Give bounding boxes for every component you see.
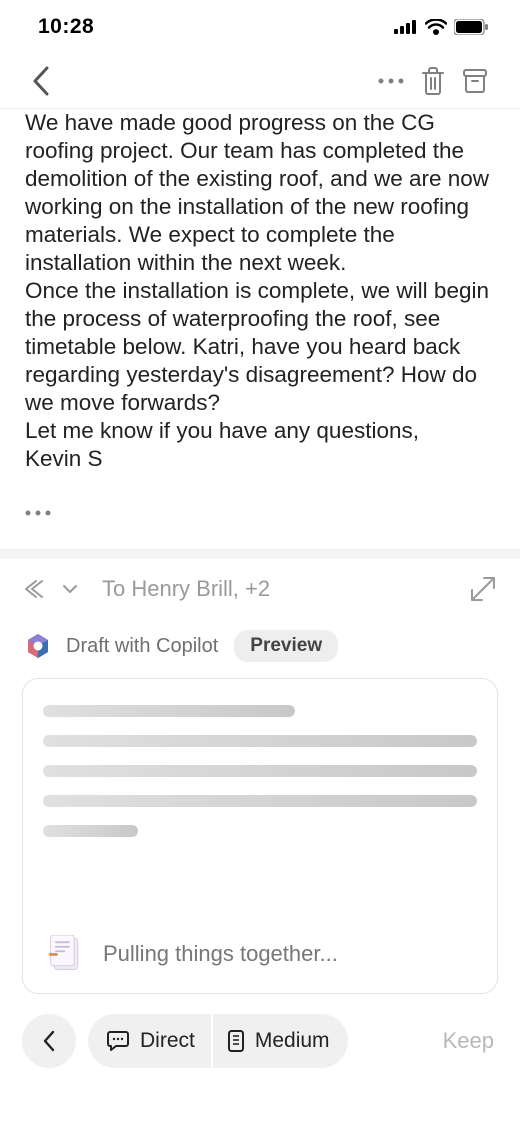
back-button[interactable] xyxy=(20,60,62,102)
document-icon xyxy=(47,935,85,973)
email-signature: Kevin S xyxy=(25,446,103,471)
compose-header[interactable]: To Henry Brill, +2 xyxy=(0,558,520,620)
archive-button[interactable] xyxy=(454,60,496,102)
draft-status: Pulling things together... xyxy=(47,935,338,973)
skeleton-line xyxy=(43,705,295,717)
draft-preview-box: Pulling things together... xyxy=(22,678,498,994)
length-label: Medium xyxy=(255,1029,330,1053)
preview-badge: Preview xyxy=(234,630,338,662)
tone-label: Direct xyxy=(140,1029,195,1053)
skeleton-line xyxy=(43,825,138,837)
delete-button[interactable] xyxy=(412,60,454,102)
keep-button[interactable]: Keep xyxy=(443,1028,498,1054)
tone-button[interactable]: Direct xyxy=(88,1014,211,1068)
skeleton-line xyxy=(43,765,477,777)
status-time: 10:28 xyxy=(38,15,94,39)
length-button[interactable]: Medium xyxy=(213,1014,348,1068)
skeleton-line xyxy=(43,735,477,747)
nav-bar xyxy=(0,54,520,108)
more-options-button[interactable] xyxy=(370,60,412,102)
skeleton-line xyxy=(43,795,477,807)
email-para-1: We have made good progress on the CG roo… xyxy=(25,109,495,277)
reply-all-icon xyxy=(24,579,54,599)
status-bar: 10:28 xyxy=(0,0,520,54)
compose-to-field[interactable]: To Henry Brill, +2 xyxy=(102,576,270,602)
expand-quoted-button[interactable] xyxy=(25,493,495,521)
cellular-icon xyxy=(394,20,418,34)
email-para-3: Let me know if you have any questions, K… xyxy=(25,417,495,473)
status-icons xyxy=(394,19,488,35)
wifi-icon xyxy=(425,19,447,35)
copilot-row: Draft with Copilot Preview xyxy=(0,630,520,662)
chevron-down-icon xyxy=(62,584,78,594)
divider xyxy=(0,550,520,558)
battery-icon xyxy=(454,19,488,35)
style-pill-group: Direct Medium xyxy=(88,1014,348,1068)
bottom-toolbar: Direct Medium Keep xyxy=(0,994,520,1068)
email-para-2: Once the installation is complete, we wi… xyxy=(25,277,495,417)
chat-icon xyxy=(106,1030,130,1052)
length-icon xyxy=(227,1029,245,1053)
draft-status-text: Pulling things together... xyxy=(103,941,338,967)
copilot-icon xyxy=(24,632,52,660)
copilot-label: Draft with Copilot xyxy=(66,635,218,658)
expand-icon[interactable] xyxy=(470,576,496,602)
email-body: We have made good progress on the CG roo… xyxy=(0,108,520,550)
back-circle-button[interactable] xyxy=(22,1014,76,1068)
